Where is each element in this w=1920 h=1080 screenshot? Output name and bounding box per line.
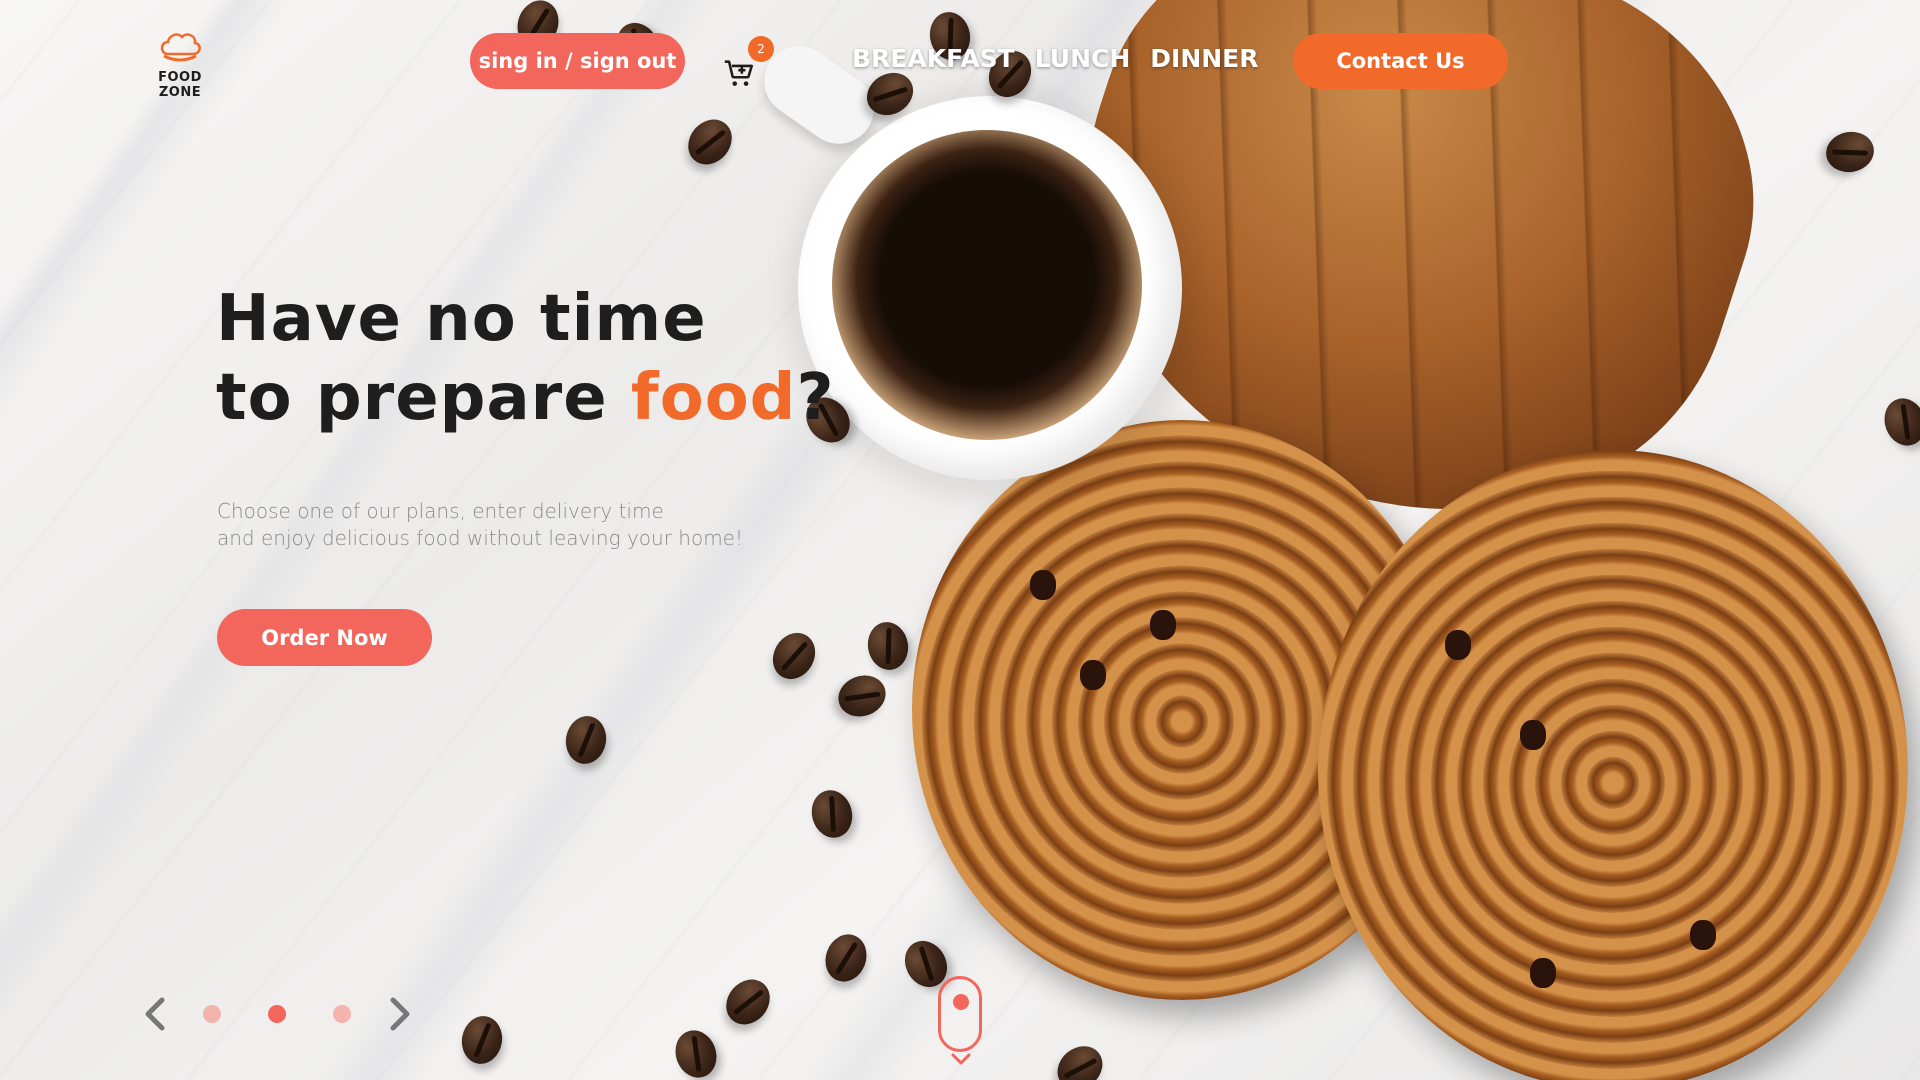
hero-title: Have no time to prepare food? xyxy=(216,280,835,438)
hero-title-accent: food xyxy=(630,361,797,435)
brand-logo[interactable]: FOOD ZONE xyxy=(140,32,220,100)
chevron-down-icon[interactable] xyxy=(950,1052,972,1066)
raisin xyxy=(1150,610,1176,640)
scroll-mouse-icon[interactable] xyxy=(938,976,982,1052)
slider-dot-active[interactable] xyxy=(268,1005,286,1023)
slider-dot[interactable] xyxy=(333,1005,351,1023)
nav-item-lunch[interactable]: LUNCH xyxy=(1035,44,1131,73)
hero-title-line2: to prepare food? xyxy=(216,359,835,438)
chevron-right-icon[interactable] xyxy=(385,994,415,1034)
raisin xyxy=(1080,660,1106,690)
hero-title-line2-end: ? xyxy=(796,361,835,435)
hero-title-line2-start: to prepare xyxy=(216,361,631,435)
slider-dot[interactable] xyxy=(203,1005,221,1023)
chef-hat-icon xyxy=(160,33,201,62)
hero-subtitle: Choose one of our plans, enter delivery … xyxy=(217,498,743,552)
pastry-swirl-image xyxy=(1318,450,1908,1080)
main-nav: BREAKFAST LUNCH DINNER xyxy=(852,44,1259,73)
raisin xyxy=(1690,920,1716,950)
raisin xyxy=(1520,720,1546,750)
contact-us-button[interactable]: Contact Us xyxy=(1293,33,1508,89)
cart-count-badge: 2 xyxy=(748,36,774,62)
order-now-button[interactable]: Order Now xyxy=(217,609,432,666)
cart-icon[interactable] xyxy=(722,56,756,90)
raisin xyxy=(1030,570,1056,600)
coffee xyxy=(832,130,1142,440)
scroll-indicator xyxy=(953,994,969,1010)
chevron-left-icon[interactable] xyxy=(140,994,170,1034)
sign-in-button[interactable]: sing in / sign out xyxy=(470,33,685,89)
raisin xyxy=(1445,630,1471,660)
hero-subtitle-line1: Choose one of our plans, enter delivery … xyxy=(217,499,664,523)
hero-subtitle-line2: and enjoy delicious food without leaving… xyxy=(217,526,744,550)
hero-title-line1: Have no time xyxy=(216,282,707,356)
nav-item-breakfast[interactable]: BREAKFAST xyxy=(852,44,1015,73)
nav-item-dinner[interactable]: DINNER xyxy=(1150,44,1258,73)
raisin xyxy=(1530,958,1556,988)
brand-name: FOOD ZONE xyxy=(158,70,202,100)
